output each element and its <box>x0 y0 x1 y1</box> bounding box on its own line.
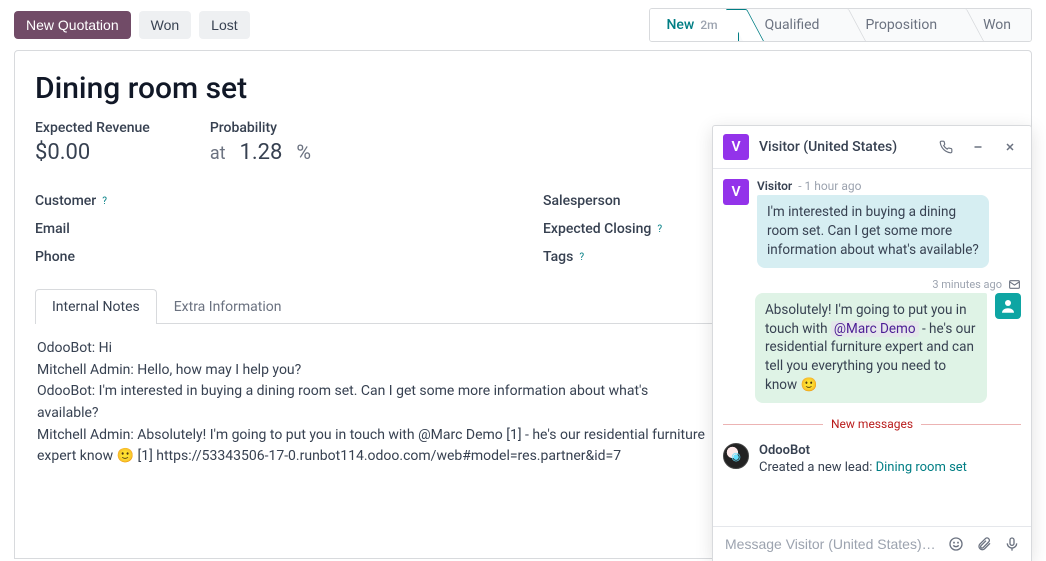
note-line: OdooBot: Hi <box>37 338 713 360</box>
msg-bubble: Absolutely! I'm going to put you in touc… <box>755 293 987 403</box>
emoji-icon[interactable] <box>947 535 965 553</box>
mark-lost-button[interactable]: Lost <box>199 11 249 39</box>
help-icon[interactable]: ? <box>579 252 584 263</box>
expected-revenue-value[interactable]: $0.00 <box>35 140 150 165</box>
microphone-icon[interactable] <box>1003 535 1021 553</box>
stage-bar: New 2m Qualified Proposition Won <box>649 8 1032 42</box>
agent-avatar <box>995 293 1021 319</box>
chat-title: Visitor (United States) <box>759 139 925 155</box>
chat-system-message: ◉ OdooBot Created a new lead: Dining roo… <box>723 443 1021 475</box>
chat-header: V Visitor (United States) <box>713 126 1031 169</box>
help-icon[interactable]: ? <box>657 224 662 235</box>
probability-value[interactable]: at 1.28 % <box>210 140 311 165</box>
msg-author: Visitor <box>757 179 792 193</box>
chat-panel: V Visitor (United States) V Visitor - 1 … <box>712 125 1032 561</box>
note-line: Mitchell Admin: Absolutely! I'm going to… <box>37 425 713 468</box>
close-icon[interactable] <box>999 136 1021 158</box>
internal-notes-content[interactable]: OdooBot: Hi Mitchell Admin: Hello, how m… <box>35 324 715 482</box>
chat-input-bar <box>713 526 1031 561</box>
msg-bubble: I'm interested in buying a dining room s… <box>757 195 989 268</box>
msg-time: 3 minutes ago <box>932 278 1002 291</box>
mark-won-button[interactable]: Won <box>139 11 192 39</box>
chat-message-in: V Visitor - 1 hour ago I'm interested in… <box>723 179 1021 268</box>
attachment-icon[interactable] <box>975 535 993 553</box>
new-quotation-button[interactable]: New Quotation <box>14 11 131 39</box>
tab-extra-information[interactable]: Extra Information <box>157 289 299 324</box>
odoobot-avatar: ◉ <box>723 443 749 469</box>
tab-internal-notes[interactable]: Internal Notes <box>35 289 157 324</box>
sys-author: OdooBot <box>759 443 967 458</box>
stage-label: Proposition <box>865 17 937 33</box>
note-line: Mitchell Admin: Hello, how may I help yo… <box>37 360 713 382</box>
new-messages-divider: New messages <box>723 417 1021 431</box>
stage-new[interactable]: New 2m <box>649 8 738 42</box>
note-line: OdooBot: I'm interested in buying a dini… <box>37 381 713 424</box>
sys-text: Created a new lead: <box>759 460 876 475</box>
customer-field[interactable]: Customer ? <box>35 187 503 215</box>
envelope-icon <box>1008 278 1021 291</box>
lead-link[interactable]: Dining room set <box>876 460 967 475</box>
stage-label: Won <box>983 17 1011 33</box>
probability-label: Probability <box>210 120 311 136</box>
visitor-avatar: V <box>723 179 749 205</box>
email-field[interactable]: Email <box>35 215 503 243</box>
chat-message-input[interactable] <box>723 535 937 553</box>
stage-label: Qualified <box>765 17 820 33</box>
minimize-icon[interactable] <box>967 136 989 158</box>
visitor-avatar: V <box>723 134 749 160</box>
phone-icon[interactable] <box>935 136 957 158</box>
mention[interactable]: @Marc Demo <box>831 321 919 337</box>
stage-time: 2m <box>700 18 717 32</box>
expected-revenue-label: Expected Revenue <box>35 120 150 136</box>
stage-label: New <box>666 17 694 33</box>
chat-body[interactable]: V Visitor - 1 hour ago I'm interested in… <box>713 169 1031 526</box>
record-title[interactable]: Dining room set <box>35 71 1011 106</box>
help-icon[interactable]: ? <box>102 196 107 207</box>
phone-field[interactable]: Phone <box>35 243 503 271</box>
msg-time: - 1 hour ago <box>798 179 861 193</box>
chat-message-out: 3 minutes ago Absolutely! I'm going to p… <box>723 278 1021 403</box>
